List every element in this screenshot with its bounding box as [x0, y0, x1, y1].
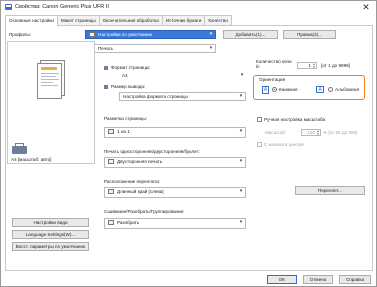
- spin-arrows-icon[interactable]: ▲ ▼: [312, 63, 316, 69]
- scale-input[interactable]: 100 ▲ ▼: [301, 129, 321, 136]
- chevron-down-icon: ▾: [239, 158, 243, 164]
- binding-button[interactable]: Переплет...: [295, 186, 365, 195]
- output-method-value: Печать: [98, 46, 114, 51]
- printer-device-icon: [12, 143, 28, 155]
- portrait-icon: A: [262, 86, 269, 94]
- chevron-down-icon: ▾: [209, 45, 213, 51]
- printer-properties-window: Свойства: Canon Generic Plus UFR II ✕ Ос…: [0, 0, 377, 287]
- portrait-label[interactable]: Книжная: [279, 87, 297, 92]
- output-size-label: Размер вывода:: [111, 84, 146, 89]
- collate-label: Сшивание/Разобрать/Группирование:: [104, 209, 185, 214]
- page-layout-label: Разметка страницы:: [104, 116, 147, 121]
- printer-app-icon: [5, 4, 12, 10]
- add-profile-button[interactable]: Добавить(1)...: [223, 30, 278, 39]
- chevron-down-icon: ▾: [239, 93, 243, 99]
- title-bar: Свойства: Canon Generic Plus UFR II ✕: [1, 1, 376, 14]
- help-button[interactable]: Справка: [339, 275, 371, 284]
- document-preview-icon: [37, 60, 65, 100]
- tab-page-layout[interactable]: Макет страницы: [56, 15, 100, 25]
- chevron-down-icon: ▾: [209, 31, 213, 37]
- duplex-value: Двусторонняя печать: [117, 159, 163, 164]
- duplex-icon: [108, 159, 114, 164]
- chevron-down-icon: ▾: [239, 219, 243, 225]
- language-settings-button[interactable]: Language Settings(W)...: [12, 230, 89, 239]
- scale-range: % [от 25 до 200]: [323, 130, 358, 135]
- copies-value: 1: [308, 63, 311, 68]
- chevron-down-icon: ▾: [240, 72, 244, 78]
- scale-label: Масштаб:: [265, 130, 286, 135]
- center-label: С начала в центре: [264, 142, 304, 147]
- profile-value: Настройки по умолчанию: [98, 32, 153, 37]
- landscape-label[interactable]: Альбомная: [335, 87, 359, 92]
- edit-profile-button[interactable]: Правка(2)...: [283, 30, 336, 39]
- binding-label: Расположение переплета:: [104, 179, 161, 184]
- manual-scale-label[interactable]: Ручная настройка масштаба: [264, 117, 325, 122]
- landscape-radio[interactable]: [328, 87, 333, 92]
- chevron-down-icon: ▾: [239, 188, 243, 194]
- collate-icon: [108, 220, 114, 225]
- duplex-label: Печать односторонняя/двусторонняя/буклет…: [104, 149, 200, 154]
- layout-icon: [108, 129, 114, 134]
- copies-label: Количество копи й:: [256, 59, 292, 69]
- tab-quality[interactable]: Качество: [204, 15, 232, 25]
- copies-input[interactable]: 1 ▲ ▼: [297, 62, 317, 69]
- cancel-button[interactable]: Отмена: [303, 275, 333, 284]
- binding-icon: [108, 189, 114, 194]
- chevron-down-icon: ▾: [239, 128, 243, 134]
- scale-value: 100: [307, 130, 315, 135]
- ok-button[interactable]: OK: [267, 275, 297, 284]
- tab-strip: Основные настройки Макет страницы Оконча…: [5, 15, 232, 26]
- view-settings-button[interactable]: Настройки вида: [12, 218, 89, 227]
- binding-select[interactable]: Длинный край [слева] ▾: [104, 187, 246, 198]
- restore-defaults-button[interactable]: Восст. параметры по умолчанию: [12, 242, 89, 251]
- page-size-label: Формат страницы:: [111, 65, 151, 70]
- tab-finishing[interactable]: Окончательная обработка: [98, 15, 163, 25]
- output-size-value: Настройка формата страницы: [123, 94, 188, 99]
- collate-value: Разобрать: [117, 220, 140, 225]
- orientation-label: Ориентация: [259, 77, 286, 82]
- output-size-select[interactable]: Настройка формата страницы ▾: [119, 92, 246, 101]
- binding-value: Длинный край [слева]: [117, 189, 164, 194]
- center-checkbox[interactable]: [257, 142, 262, 147]
- spin-arrows-icon[interactable]: ▲ ▼: [316, 130, 320, 136]
- tab-basic-settings[interactable]: Основные настройки: [5, 15, 58, 26]
- page-layout-value: 1 на 1: [117, 129, 130, 134]
- page-size-value: A4: [122, 73, 128, 78]
- output-method-select[interactable]: Печать ▾: [85, 44, 216, 53]
- page-layout-select[interactable]: 1 на 1 ▾: [104, 127, 246, 138]
- landscape-icon: A: [316, 86, 324, 93]
- copies-range: [от 1 до 9999]: [321, 63, 350, 68]
- duplex-select[interactable]: Двусторонняя печать ▾: [104, 157, 246, 168]
- collate-select[interactable]: Разобрать ▾: [104, 218, 246, 229]
- manual-scale-checkbox[interactable]: [257, 117, 262, 122]
- profile-icon: [89, 32, 95, 37]
- page-size-select[interactable]: A4 ▾: [119, 72, 246, 81]
- profile-select[interactable]: Настройки по умолчанию ▾: [85, 30, 216, 39]
- tab-paper-source[interactable]: Источник бумаги: [161, 15, 206, 25]
- output-size-icon: [104, 85, 108, 89]
- preview-caption: A4 [масштаб: авто]: [11, 157, 52, 162]
- page-size-icon: [104, 66, 108, 70]
- close-icon[interactable]: ✕: [360, 2, 372, 12]
- portrait-radio[interactable]: [272, 87, 277, 92]
- profile-label: Профилы:: [9, 32, 32, 37]
- window-title: Свойства: Canon Generic Plus UFR II: [15, 4, 109, 10]
